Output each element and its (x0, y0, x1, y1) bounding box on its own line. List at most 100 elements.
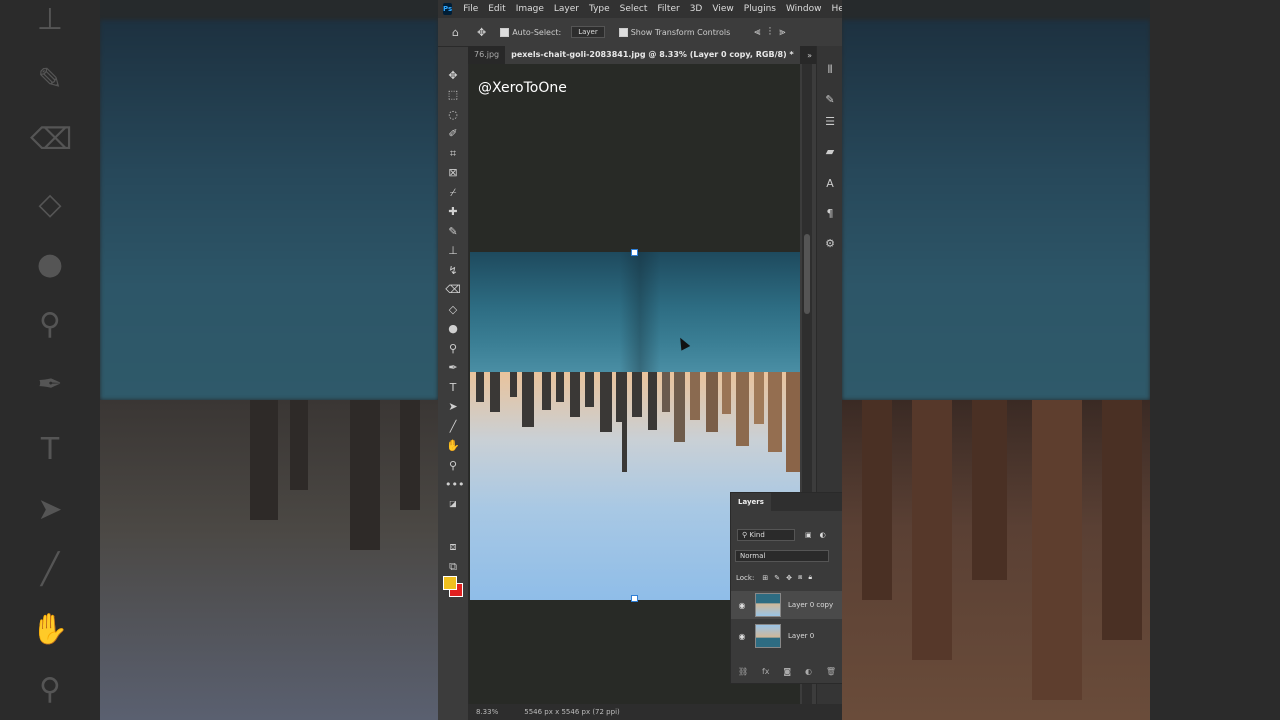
layers-panel: Layers ⚲ Kind ▣ ◐ Normal Lock: ⊞ ✎ ✥ ⧈ 🔒… (730, 492, 842, 684)
history-brush-tool-icon[interactable]: ↯ (445, 263, 461, 279)
visibility-eye-icon[interactable]: ◉ (735, 601, 749, 610)
lock-label: Lock: (736, 573, 755, 582)
layer-row-layer-0[interactable]: ◉ Layer 0 (731, 622, 842, 650)
bg-pen-icon: ✒ (37, 367, 63, 402)
bg-hand-icon: ✋ (31, 612, 69, 647)
stamp-tool-icon[interactable]: ⊥ (445, 243, 461, 259)
foreground-color-swatch[interactable] (443, 576, 457, 590)
transform-handle-bottom[interactable] (631, 595, 638, 602)
tab-active-document[interactable]: pexels-chait-goli-2083841.jpg @ 8.33% (L… (505, 46, 800, 64)
paragraph-icon[interactable]: ¶ (822, 206, 838, 222)
photoshop-window: Ps File Edit Image Layer Type Select Fil… (438, 0, 842, 720)
lasso-tool-icon[interactable]: ◌ (445, 107, 461, 123)
blur-tool-icon[interactable]: ● (445, 321, 461, 337)
checkbox-icon (618, 27, 628, 37)
menu-view[interactable]: View (707, 4, 738, 14)
document-info[interactable]: 5546 px x 5546 px (72 ppi) (524, 708, 620, 716)
tabs-overflow-icon[interactable]: » (807, 51, 812, 60)
menu-type[interactable]: Type (584, 4, 615, 14)
adjustments-icon[interactable]: ☰ (822, 114, 838, 130)
auto-select-checkbox[interactable]: Auto-Select: (500, 27, 561, 37)
options-bar: ⌂ ✥ Auto-Select: Layer Show Transform Co… (438, 18, 842, 47)
scrollbar-thumb[interactable] (804, 234, 810, 314)
brush-settings-icon[interactable]: ✎ (822, 92, 838, 108)
lock-all-icon[interactable]: 🔒︎ (808, 573, 812, 582)
lock-transparency-icon[interactable]: ⊞ (762, 574, 768, 582)
align-right-icon[interactable]: ⫸ (779, 25, 785, 39)
move-tool-icon[interactable]: ✥ (445, 68, 461, 84)
bg-line-icon: ╱ (40, 552, 60, 587)
quick-select-tool-icon[interactable]: ✐ (445, 126, 461, 142)
show-transform-checkbox[interactable]: Show Transform Controls (618, 27, 731, 37)
background-toolstrip: ⊥ ✎ ⌫ ◇ ● ⚲ ✒ T ➤ ╱ ✋ ⚲ (0, 0, 100, 720)
layer-row-layer-0-copy[interactable]: ◉ Layer 0 copy (731, 591, 842, 619)
delete-layer-icon[interactable]: 🗑︎ (826, 667, 836, 676)
blend-mode-dropdown[interactable]: Normal (735, 550, 829, 562)
sliders-icon[interactable]: ⚙ (822, 236, 838, 252)
kind-filter-dropdown[interactable]: ⚲ Kind (737, 529, 795, 541)
eraser-tool-icon[interactable]: ⌫ (445, 282, 461, 298)
menu-filter[interactable]: Filter (652, 4, 684, 14)
marquee-tool-icon[interactable]: ⬚ (445, 87, 461, 103)
lock-pixels-icon[interactable]: ✎ (774, 574, 780, 582)
layer-name: Layer 0 copy (788, 601, 834, 609)
menu-file[interactable]: File (458, 4, 483, 14)
healing-tool-icon[interactable]: ✚ (445, 204, 461, 220)
align-left-icon[interactable]: ⫷ (754, 25, 760, 39)
image-filter-icon[interactable]: ▣ (805, 531, 812, 539)
lock-artboard-icon[interactable]: ⧈ (798, 573, 802, 582)
eyedropper-tool-icon[interactable]: ⌿ (445, 185, 461, 201)
character-icon[interactable]: A (822, 176, 838, 192)
menu-bar: Ps File Edit Image Layer Type Select Fil… (438, 0, 842, 18)
layers-panel-footer: ⛓ fx ◙ ◐ 🗑︎ (731, 661, 842, 681)
dodge-tool-icon[interactable]: ⚲ (445, 341, 461, 357)
link-layers-icon[interactable]: ⛓ (738, 667, 748, 676)
screen-mode-icon[interactable]: ⧉ (445, 559, 461, 575)
paint-bucket-tool-icon[interactable]: ◇ (445, 302, 461, 318)
zoom-level[interactable]: 8.33% (476, 708, 498, 716)
menu-window[interactable]: Window (781, 4, 827, 14)
new-adjustment-icon[interactable]: ◐ (805, 667, 812, 676)
background-city-right (842, 400, 1150, 720)
line-tool-icon[interactable]: ╱ (445, 419, 461, 435)
show-transform-label: Show Transform Controls (630, 27, 731, 37)
transform-handle-top[interactable] (631, 249, 638, 256)
auto-select-dropdown[interactable]: Layer (571, 26, 605, 38)
menu-plugins[interactable]: Plugins (739, 4, 781, 14)
background-sea-right (842, 20, 1150, 400)
home-icon[interactable]: ⌂ (452, 26, 459, 39)
add-mask-icon[interactable]: ◙ (783, 667, 791, 676)
more-tools-icon[interactable]: ••• (445, 477, 464, 493)
quick-mask-icon[interactable]: ⧈ (445, 539, 461, 555)
crop-tool-icon[interactable]: ⌗ (445, 146, 461, 162)
layers-tab[interactable]: Layers (731, 493, 771, 511)
visibility-eye-icon[interactable]: ◉ (735, 632, 749, 641)
menu-layer[interactable]: Layer (549, 4, 584, 14)
menu-3d[interactable]: 3D (685, 4, 708, 14)
default-colors-icon[interactable]: ◪ (445, 496, 461, 512)
move-tool-icon[interactable]: ✥ (477, 26, 486, 39)
kind-label: Kind (749, 531, 765, 539)
menu-image[interactable]: Image (511, 4, 549, 14)
align-center-icon[interactable]: ⫶ (769, 25, 772, 39)
comments-icon[interactable]: ▰ (822, 144, 838, 160)
zoom-tool-icon[interactable]: ⚲ (445, 458, 461, 474)
menu-edit[interactable]: Edit (483, 4, 510, 14)
pen-tool-icon[interactable]: ✒ (445, 360, 461, 376)
tab-previous-document[interactable]: 76.jpg (468, 46, 505, 64)
lock-position-icon[interactable]: ✥ (786, 574, 792, 582)
type-tool-icon[interactable]: T (445, 380, 461, 396)
background-city (100, 400, 438, 720)
bg-dodge-icon: ⚲ (39, 307, 61, 342)
layer-filter-row: ⚲ Kind ▣ ◐ (731, 529, 842, 541)
menu-select[interactable]: Select (615, 4, 653, 14)
properties-icon[interactable]: ⫴ (822, 62, 838, 78)
hand-tool-icon[interactable]: ✋ (445, 438, 461, 454)
menu-help[interactable]: Help (826, 4, 842, 14)
frame-tool-icon[interactable]: ⊠ (445, 165, 461, 181)
brush-tool-icon[interactable]: ✎ (445, 224, 461, 240)
fx-icon[interactable]: fx (762, 667, 770, 676)
adjustment-filter-icon[interactable]: ◐ (820, 531, 826, 539)
bg-drop-icon: ● (36, 247, 64, 282)
path-select-tool-icon[interactable]: ➤ (445, 399, 461, 415)
